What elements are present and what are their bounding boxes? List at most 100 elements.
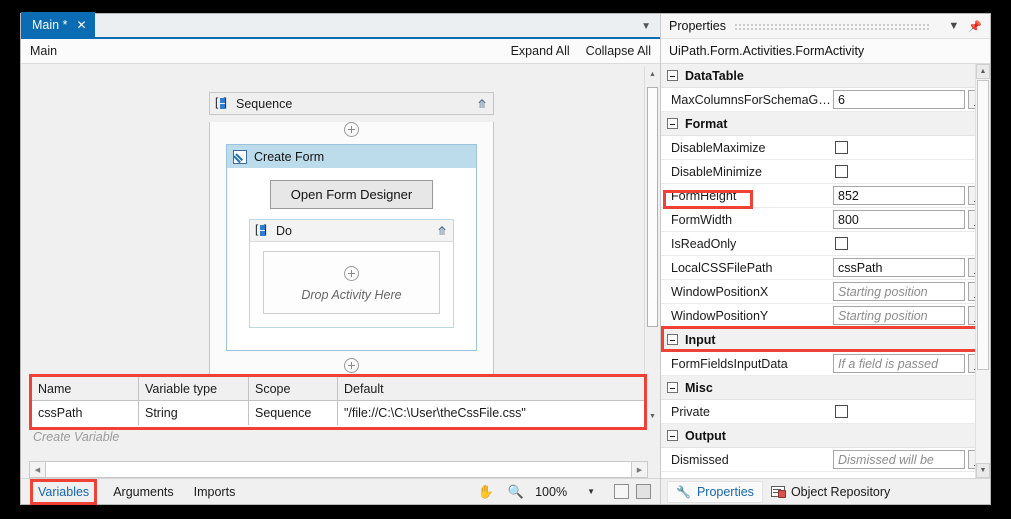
property-row[interactable]: LocalCSSFilePathcssPath...: [661, 256, 990, 280]
property-input[interactable]: Starting position: [833, 306, 965, 325]
property-row[interactable]: MaxColumnsForSchemaGene...6...: [661, 88, 990, 112]
do-header[interactable]: Do ⤊: [250, 220, 453, 242]
sequence-header[interactable]: Sequence ⤊: [209, 92, 494, 115]
scroll-up-icon[interactable]: ▲: [645, 66, 660, 82]
scroll-right-icon[interactable]: ▶: [631, 462, 647, 477]
overview-icon[interactable]: [636, 484, 651, 499]
cell-variable-type[interactable]: String: [139, 401, 249, 425]
add-activity-button-bottom[interactable]: [344, 358, 359, 373]
scroll-track-horizontal[interactable]: [46, 462, 631, 477]
collapse-toggle-icon[interactable]: [667, 334, 678, 345]
scroll-down-icon[interactable]: ▼: [645, 408, 660, 424]
property-checkbox[interactable]: [835, 141, 848, 154]
chevron-down-icon[interactable]: ▼: [948, 20, 959, 32]
collapse-toggle-icon[interactable]: [667, 382, 678, 393]
property-group-label: Output: [685, 429, 726, 443]
property-row[interactable]: IsReadOnly: [661, 232, 990, 256]
property-input[interactable]: cssPath: [833, 258, 965, 277]
variables-grid[interactable]: Name Variable type Scope Default cssPath…: [29, 374, 647, 430]
sequence-body: Create Form Open Form Designer Do ⤊: [209, 122, 494, 381]
uipath-studio-window: Main * ✕ ▼ Main Expand All Collapse All …: [20, 13, 991, 505]
cell-variable-default[interactable]: "/file://C:\C:\User\theCssFile.css": [338, 401, 644, 425]
open-form-designer-button[interactable]: Open Form Designer: [270, 180, 433, 209]
collapse-toggle-icon[interactable]: [667, 70, 678, 81]
drag-handle-dots[interactable]: [734, 23, 931, 30]
collapse-toggle-icon[interactable]: [667, 118, 678, 129]
property-row[interactable]: FormWidth800...: [661, 208, 990, 232]
collapse-all-button[interactable]: Collapse All: [586, 44, 651, 58]
tab-imports[interactable]: Imports: [194, 485, 236, 499]
property-group-format[interactable]: Format: [661, 112, 990, 136]
scroll-track[interactable]: [645, 82, 660, 408]
scroll-up-icon[interactable]: ▲: [976, 64, 990, 79]
cell-variable-scope[interactable]: Sequence: [249, 401, 338, 425]
property-input[interactable]: Starting position: [833, 282, 965, 301]
property-value-wrap: [833, 141, 990, 154]
property-row[interactable]: DisableMaximize: [661, 136, 990, 160]
create-form-activity[interactable]: Create Form Open Form Designer Do ⤊: [226, 144, 477, 351]
do-title: Do: [276, 224, 292, 238]
breadcrumb[interactable]: Main: [30, 44, 57, 58]
properties-vertical-scrollbar[interactable]: ▲ ▼: [975, 64, 990, 478]
property-value-wrap: Starting position...: [833, 282, 990, 301]
tab-variables[interactable]: Variables: [38, 485, 89, 499]
chevron-down-icon[interactable]: ▼: [587, 487, 595, 496]
do-activity[interactable]: Do ⤊ Drop Activity Here: [249, 219, 454, 328]
property-row[interactable]: DisableMinimize: [661, 160, 990, 184]
drop-activity-label: Drop Activity Here: [264, 288, 439, 302]
variables-horizontal-scrollbar[interactable]: ◀ ▶: [29, 461, 648, 478]
property-group-input[interactable]: Input: [661, 328, 990, 352]
canvas-vertical-scrollbar[interactable]: ▲ ▼: [644, 66, 660, 424]
drop-activity-zone[interactable]: Drop Activity Here: [263, 251, 440, 314]
property-checkbox[interactable]: [835, 405, 848, 418]
expand-all-button[interactable]: Expand All: [511, 44, 570, 58]
workflow-canvas[interactable]: Sequence ⤊ Create Form Open Form Designe…: [21, 66, 660, 424]
tab-object-repository[interactable]: Object Repository: [763, 482, 898, 502]
property-input[interactable]: If a field is passed: [833, 354, 965, 373]
scroll-thumb[interactable]: [647, 87, 658, 327]
hand-icon[interactable]: ✋: [478, 484, 494, 500]
property-row[interactable]: FormFieldsInputDataIf a field is passed.…: [661, 352, 990, 376]
properties-rows: DataTableMaxColumnsForSchemaGene...6...F…: [661, 64, 990, 472]
property-row[interactable]: FormHeight852...: [661, 184, 990, 208]
tab-arguments[interactable]: Arguments: [113, 485, 173, 499]
property-label: DisableMinimize: [661, 165, 833, 179]
property-checkbox[interactable]: [835, 237, 848, 250]
add-activity-button-top[interactable]: [344, 122, 359, 137]
property-input[interactable]: 852: [833, 186, 965, 205]
properties-grid[interactable]: DataTableMaxColumnsForSchemaGene...6...F…: [661, 64, 990, 478]
fit-to-screen-icon[interactable]: [614, 484, 629, 499]
close-icon[interactable]: ✕: [76, 19, 86, 31]
property-row[interactable]: DismissedDismissed will be...: [661, 448, 990, 472]
tab-properties[interactable]: 🔧 Properties: [667, 481, 763, 503]
create-form-header[interactable]: Create Form: [227, 145, 476, 168]
property-group-datatable[interactable]: DataTable: [661, 64, 990, 88]
chevron-down-icon[interactable]: ▼: [641, 21, 651, 32]
property-input[interactable]: 800: [833, 210, 965, 229]
collapse-toggle-icon[interactable]: [667, 430, 678, 441]
property-input[interactable]: Dismissed will be: [833, 450, 965, 469]
property-row[interactable]: WindowPositionYStarting position...: [661, 304, 990, 328]
property-checkbox[interactable]: [835, 165, 848, 178]
create-variable-placeholder[interactable]: Create Variable: [33, 430, 119, 444]
property-group-misc[interactable]: Misc: [661, 376, 990, 400]
property-row[interactable]: Private: [661, 400, 990, 424]
scroll-left-icon[interactable]: ◀: [30, 462, 46, 477]
cell-variable-name[interactable]: cssPath: [32, 401, 139, 425]
chevron-up-icon[interactable]: ⤊: [437, 224, 447, 238]
scroll-down-icon[interactable]: ▼: [976, 463, 990, 478]
sequence-activity[interactable]: Sequence ⤊ Create Form Open Form Designe…: [209, 92, 494, 381]
pin-icon[interactable]: 📌: [968, 20, 982, 33]
table-row[interactable]: cssPath String Sequence "/file://C:\C:\U…: [32, 401, 644, 425]
properties-panel: Properties ▼ 📌 UiPath.Form.Activities.Fo…: [661, 14, 990, 504]
property-row[interactable]: WindowPositionXStarting position...: [661, 280, 990, 304]
add-activity-button-do[interactable]: [344, 266, 359, 281]
column-header-default: Default: [338, 377, 644, 401]
property-group-output[interactable]: Output: [661, 424, 990, 448]
variables-header-row: Name Variable type Scope Default: [32, 377, 644, 401]
tab-main[interactable]: Main * ✕: [21, 12, 95, 37]
scroll-thumb[interactable]: [977, 80, 989, 370]
magnifier-icon[interactable]: 🔍: [508, 484, 524, 500]
chevron-up-icon[interactable]: ⤊: [477, 97, 487, 111]
property-input[interactable]: 6: [833, 90, 965, 109]
